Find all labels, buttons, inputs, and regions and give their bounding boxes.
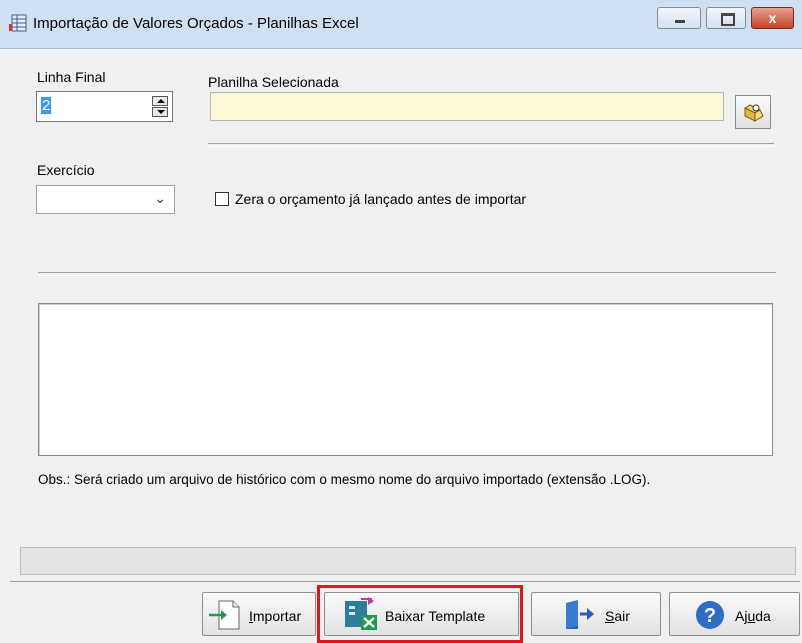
exercicio-label: Exercício — [37, 162, 95, 178]
observation-text: Obs.: Será criado um arquivo de históric… — [38, 472, 651, 487]
separator-middle — [38, 272, 776, 276]
status-bar — [20, 547, 796, 575]
zera-checkbox[interactable] — [215, 192, 229, 206]
linha-final-spinner[interactable]: 2 — [36, 91, 173, 122]
separator-top — [208, 143, 774, 147]
log-textarea[interactable] — [38, 303, 773, 456]
planilha-field[interactable] — [210, 92, 724, 121]
help-icon: ? — [696, 601, 724, 629]
ajuda-label-pre: Aj — [735, 608, 748, 624]
highlight-annotation — [317, 585, 523, 643]
maximize-button[interactable] — [706, 7, 746, 29]
linha-final-value[interactable]: 2 — [41, 97, 52, 114]
sair-button[interactable]: Sair — [531, 592, 661, 636]
importar-button[interactable]: Importar — [202, 592, 316, 636]
open-folder-icon — [743, 104, 764, 122]
browse-file-button[interactable] — [735, 95, 771, 129]
spin-up-icon[interactable] — [152, 96, 168, 106]
maximize-icon — [721, 13, 735, 26]
window-title: Importação de Valores Orçados - Planilha… — [33, 15, 359, 32]
import-arrow-icon — [209, 600, 240, 630]
sair-mnemonic: S — [605, 608, 615, 624]
title-bar: Importação de Valores Orçados - Planilha… — [0, 0, 802, 49]
importar-label: mportar — [252, 608, 302, 624]
linha-final-label: Linha Final — [37, 69, 106, 85]
ajuda-button[interactable]: ? Ajuda — [669, 592, 800, 636]
separator-bottom — [10, 581, 800, 582]
close-button[interactable]: x — [751, 7, 794, 29]
exit-door-icon — [566, 600, 594, 629]
minimize-button[interactable] — [657, 7, 701, 29]
ajuda-label-post: da — [755, 608, 771, 624]
zera-checkbox-label[interactable]: Zera o orçamento já lançado antes de imp… — [235, 191, 526, 207]
exercicio-dropdown[interactable]: ⌄ — [36, 185, 175, 214]
minimize-icon — [675, 20, 685, 23]
planilha-label: Planilha Selecionada — [208, 74, 339, 90]
sair-label: air — [614, 608, 630, 624]
svg-text:?: ? — [704, 605, 716, 627]
close-icon: x — [768, 10, 777, 26]
spin-down-icon[interactable] — [152, 107, 168, 117]
chevron-down-icon: ⌄ — [154, 190, 166, 206]
spreadsheet-app-icon — [9, 14, 27, 32]
